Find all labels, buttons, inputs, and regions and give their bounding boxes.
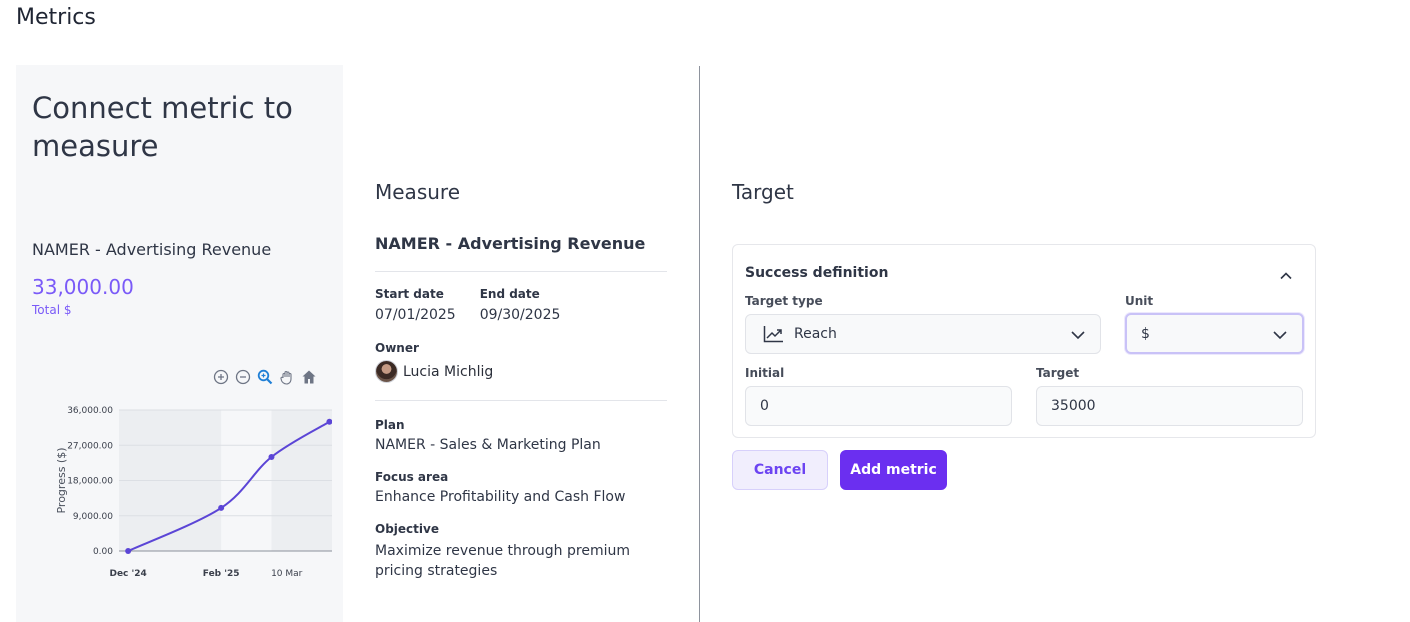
zoom-out-icon[interactable] [234,368,252,386]
success-definition-card: Success definition Target type Reach Uni… [732,244,1316,438]
chevron-up-icon[interactable] [1277,267,1295,285]
plan-field: Plan NAMER - Sales & Marketing Plan [375,418,667,453]
metric-unit: Total $ [32,303,72,317]
metric-name: NAMER - Advertising Revenue [32,240,272,259]
focus-area-field: Focus area Enhance Profitability and Cas… [375,470,667,505]
x-tick-label: 10 Mar [271,569,303,579]
chevron-down-icon [1272,327,1288,347]
x-tick-label: Dec '24 [109,569,146,579]
start-date: Start date 07/01/2025 [375,287,456,323]
objective-value: Maximize revenue through premium pricing… [375,543,630,579]
measure-title: Measure [375,180,460,204]
metric-value: 33,000.00 [32,275,134,299]
zoom-select-icon[interactable] [256,368,274,386]
cancel-button[interactable]: Cancel [732,450,828,490]
y-tick-label: 18,000.00 [67,477,113,487]
focus-area-value: Enhance Profitability and Cash Flow [375,489,626,505]
divider [375,400,667,401]
owner-field: Owner Lucia Michlig [375,341,667,383]
y-tick-label: 36,000.00 [67,406,113,416]
target-value-label: Target [1036,366,1080,380]
owner-row: Lucia Michlig [375,360,667,383]
divider [375,271,667,272]
start-date-label: Start date [375,287,444,301]
plan-label: Plan [375,418,405,432]
add-metric-button[interactable]: Add metric [840,450,947,490]
zoom-in-icon[interactable] [212,368,230,386]
unit-select[interactable]: $ [1125,313,1304,354]
column-divider [699,66,700,622]
chart-toolbar [212,368,318,386]
target-title: Target [732,180,794,204]
date-range: Start date 07/01/2025 End date 09/30/202… [375,287,667,323]
owner-label: Owner [375,341,419,355]
unit-label: Unit [1125,294,1154,308]
avatar [375,360,398,383]
end-date: End date 09/30/2025 [480,287,561,323]
target-heading: Target [732,180,794,204]
pan-hand-icon[interactable] [278,368,296,386]
target-type-value: Reach [794,326,837,342]
target-value-input[interactable] [1036,386,1303,426]
target-type-select[interactable]: Reach [745,314,1101,354]
home-icon[interactable] [300,368,318,386]
data-point [125,548,132,554]
y-tick-label: 9,000.00 [73,512,113,522]
progress-chart: 0.00 9,000.00 18,000.00 27,000.00 36,000.00 D… [55,406,332,579]
unit-value: $ [1141,325,1150,342]
chevron-down-icon [1070,327,1086,347]
target-type-label: Target type [745,294,823,308]
y-tick-label: 27,000.00 [67,441,113,451]
initial-input[interactable] [745,386,1012,426]
measure-name: NAMER - Advertising Revenue [375,234,646,253]
connect-heading: Connect metric to measure [32,91,293,163]
objective-field: Objective Maximize revenue through premi… [375,522,667,581]
trend-chart-icon [763,325,784,343]
connect-metric-panel: Connect metric to measure NAMER - Advert… [16,65,343,622]
owner-name: Lucia Michlig [403,363,494,380]
success-definition-title: Success definition [745,265,889,281]
y-axis-label: Progress ($) [55,447,68,513]
page-title: Metrics [16,5,96,30]
end-date-value: 09/30/2025 [479,307,561,323]
data-point [268,454,275,460]
initial-label: Initial [745,366,785,380]
x-tick-label: Feb '25 [203,569,240,579]
focus-area-label: Focus area [375,470,449,484]
y-tick-label: 0.00 [93,547,113,557]
data-point [218,504,225,511]
objective-label: Objective [375,522,439,536]
plan-value: NAMER - Sales & Marketing Plan [375,437,601,453]
end-date-label: End date [479,287,540,301]
measure-section: Measure NAMER - Advertising Revenue Star… [375,180,667,581]
start-date-value: 07/01/2025 [375,307,456,323]
